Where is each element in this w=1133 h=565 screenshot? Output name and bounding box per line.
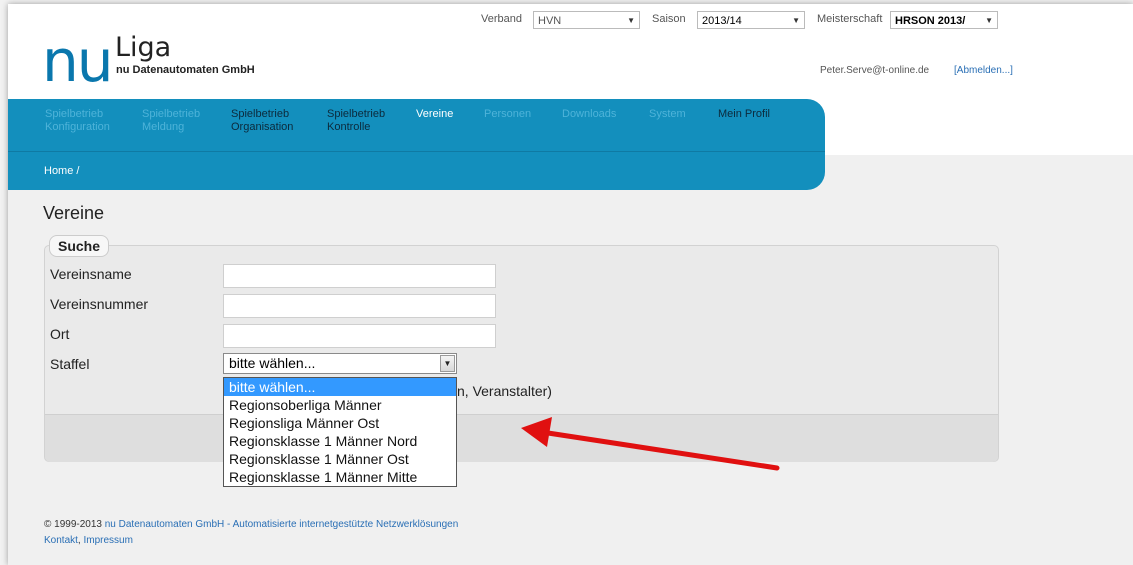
arrow-head xyxy=(521,417,552,447)
annotation-arrow-icon xyxy=(521,417,780,471)
arrow-shaft xyxy=(545,430,780,471)
